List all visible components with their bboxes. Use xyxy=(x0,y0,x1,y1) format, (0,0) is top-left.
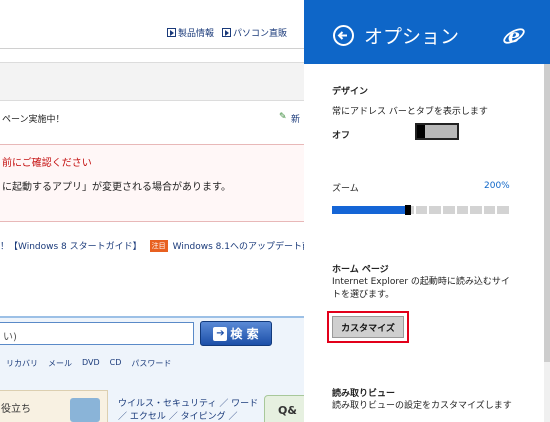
keyword-link[interactable]: メール xyxy=(48,358,72,369)
zoom-slider-tick xyxy=(482,206,484,214)
toggle-state-label: オフ xyxy=(332,131,351,141)
update-notice-link[interactable]: Windows 8.1へのアップデート前に xyxy=(173,239,304,252)
reading-view-section-label: 読み取りビュー xyxy=(332,389,396,399)
toggle-thumb[interactable] xyxy=(417,125,425,138)
reading-view-description: 読み取りビューの設定をカスタマイズします xyxy=(332,401,512,411)
back-arrow-icon xyxy=(337,31,347,40)
arrow-square-icon xyxy=(222,28,231,37)
zoom-slider-fill xyxy=(332,206,408,214)
arrow-square-icon xyxy=(167,28,176,37)
zoom-slider-tick xyxy=(455,206,457,214)
home-page-desc-line: トを選びます。 xyxy=(332,290,395,300)
guide-links: ！【Windows 8 スタートガイド】 注目 Windows 8.1へのアップ… xyxy=(0,239,304,252)
product-info-link[interactable]: 製品情報 xyxy=(167,26,214,39)
search-button[interactable]: ➔ 検 索 xyxy=(200,321,272,346)
start-guide-link[interactable]: ！【Windows 8 スタートガイド】 xyxy=(0,239,142,252)
notice-title: 前にご確認ください xyxy=(2,158,92,169)
zoom-slider-tick xyxy=(495,206,497,214)
zoom-slider-thumb[interactable] xyxy=(405,205,411,215)
zoom-label: ズーム xyxy=(332,184,359,194)
category-links[interactable]: ウイルス・セキュリティ ／ ワード ／ エクセル ／ タイピング ／ xyxy=(118,398,258,422)
zoom-slider-tick xyxy=(414,206,416,214)
address-bar-toggle[interactable] xyxy=(415,123,459,140)
zoom-slider-track xyxy=(408,206,509,214)
zoom-slider-tick xyxy=(427,206,429,214)
category-line: ウイルス・セキュリティ ／ ワード xyxy=(118,399,259,409)
tips-banner-text: 役立ち xyxy=(1,404,31,415)
category-line: ／ エクセル ／ タイピング ／ xyxy=(118,412,238,422)
scrollbar-thumb[interactable] xyxy=(544,64,550,362)
keyword-link[interactable]: DVD xyxy=(82,358,100,369)
tips-illustration-icon xyxy=(70,398,100,422)
home-page-desc-line: Internet Explorer の起動時に読み込むサイ xyxy=(332,277,510,287)
arrow-right-icon: ➔ xyxy=(213,326,228,341)
header-band xyxy=(0,62,304,101)
internet-explorer-logo-icon: e xyxy=(503,25,525,47)
home-page-description: Internet Explorer の起動時に読み込むサイ トを選びます。 xyxy=(332,276,510,302)
zoom-slider-tick xyxy=(468,206,470,214)
pc-store-link[interactable]: パソコン直販 xyxy=(222,26,287,39)
back-button[interactable] xyxy=(333,25,354,46)
zoom-slider-tick xyxy=(441,206,443,214)
top-links: 製品情報 パソコン直販 xyxy=(0,26,304,40)
options-pane: オプション e デザイン 常にアドレス バーとタブを表示します オフ ズーム 2… xyxy=(304,0,550,422)
pc-store-label: パソコン直販 xyxy=(233,29,288,39)
qa-label: Q& xyxy=(278,404,297,417)
keyword-link[interactable]: パスワード xyxy=(131,358,171,369)
pencil-icon: ✎ xyxy=(279,112,287,122)
search-input[interactable]: い) xyxy=(0,322,194,345)
divider xyxy=(0,48,304,49)
keyword-link[interactable]: CD xyxy=(110,358,122,369)
zoom-value: 200% xyxy=(484,181,510,191)
notice-body: に起動するアプリ」が変更される場合があります。 xyxy=(2,182,231,193)
home-page-section-label: ホーム ページ xyxy=(332,265,389,275)
search-button-label: 検 索 xyxy=(230,327,259,341)
new-link[interactable]: 新 xyxy=(291,112,300,125)
background-webpage: 製品情報 パソコン直販 ペーン実施中！ ✎ 新 前にご確認ください に起動するア… xyxy=(0,0,304,422)
keyword-link[interactable]: リカバリ xyxy=(6,358,38,369)
zoom-slider[interactable] xyxy=(332,205,509,215)
product-info-label: 製品情報 xyxy=(178,29,215,39)
address-bar-setting-label: 常にアドレス バーとタブを表示します xyxy=(332,107,488,117)
attention-badge: 注目 xyxy=(149,239,168,252)
svg-text:e: e xyxy=(508,25,520,47)
customize-button[interactable]: カスタマイズ xyxy=(332,316,404,338)
pane-title: オプション xyxy=(364,26,460,48)
design-section-label: デザイン xyxy=(332,87,369,97)
pane-header: オプション e xyxy=(304,0,550,64)
keyword-links: リカバリ メール DVD CD パスワード xyxy=(6,358,171,369)
campaign-link[interactable]: ペーン実施中！ xyxy=(2,112,65,125)
